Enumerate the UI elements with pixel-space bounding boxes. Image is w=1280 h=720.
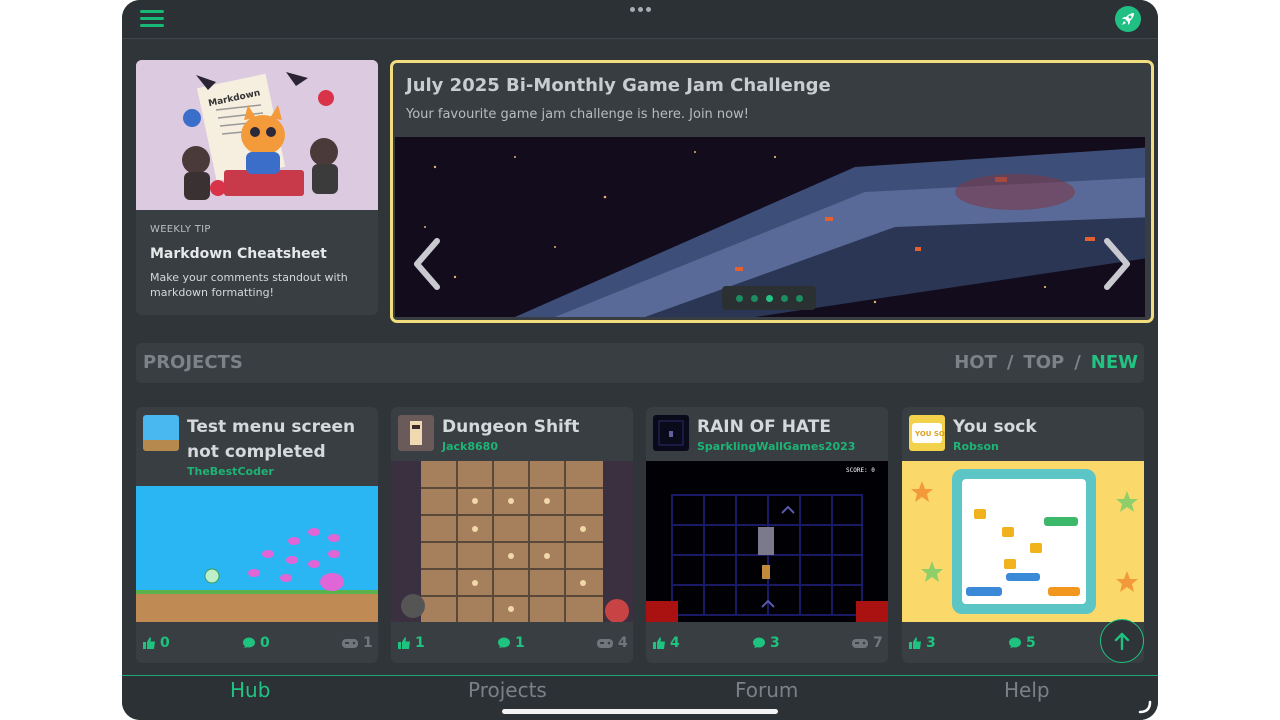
- tip-title: Markdown Cheatsheet: [150, 246, 327, 262]
- plays-count: 1: [363, 635, 373, 651]
- comments-count: 3: [770, 635, 780, 651]
- likes-count: 0: [160, 635, 170, 651]
- thumbs-up-icon: [909, 637, 921, 649]
- comments-stat[interactable]: 3: [752, 635, 780, 651]
- sort-top[interactable]: TOP: [1023, 352, 1064, 373]
- likes-stat[interactable]: 3: [908, 635, 936, 651]
- project-card[interactable]: Dungeon Shift Jack8680 1 1 4: [391, 407, 633, 663]
- project-author[interactable]: TheBestCoder: [187, 465, 274, 478]
- carousel-prev-arrow-icon[interactable]: [409, 237, 445, 291]
- sort-hot[interactable]: HOT: [954, 352, 997, 373]
- comments-stat[interactable]: 5: [1008, 635, 1036, 651]
- hero-title: July 2025 Bi-Monthly Game Jam Challenge: [406, 75, 831, 96]
- plays-stat: 7: [851, 635, 883, 651]
- comments-count: 0: [260, 635, 270, 651]
- likes-count: 1: [415, 635, 425, 651]
- project-author[interactable]: Jack8680: [442, 440, 498, 453]
- resize-corner-icon: [1138, 700, 1152, 714]
- project-title: RAIN OF HATE: [697, 417, 831, 437]
- project-thumbnail: [143, 415, 179, 451]
- rocket-icon[interactable]: [1115, 6, 1141, 32]
- carousel-dot-2[interactable]: [750, 294, 758, 302]
- project-screenshot: [902, 461, 1144, 622]
- thumbnail-text: YOU SOCK: [914, 430, 945, 438]
- sort-separator: /: [1006, 352, 1014, 373]
- nav-hub[interactable]: Hub: [230, 678, 270, 702]
- project-stats: 1 1 4: [397, 635, 628, 651]
- home-indicator: [502, 709, 778, 714]
- top-bar: [122, 0, 1158, 39]
- comment-icon: [753, 637, 765, 648]
- carousel-next-arrow-icon[interactable]: [1099, 237, 1135, 291]
- gamepad-icon: [342, 639, 358, 648]
- plays-stat: 4: [596, 635, 628, 651]
- hamburger-menu-icon[interactable]: [140, 9, 164, 29]
- thumbs-up-icon: [143, 637, 155, 649]
- project-title: Dungeon Shift: [442, 417, 580, 437]
- scroll-to-top-button[interactable]: [1100, 619, 1144, 663]
- projects-header: PROJECTS HOT / TOP / NEW: [136, 343, 1144, 383]
- project-thumbnail: YOU SOCK: [909, 415, 945, 451]
- ellipsis-icon[interactable]: [630, 7, 652, 13]
- carousel-dot-5[interactable]: [795, 294, 803, 302]
- project-stats: 0 0 1: [142, 635, 373, 651]
- comments-count: 5: [1026, 635, 1036, 651]
- project-title: Test menu screen not completed: [187, 417, 356, 462]
- nav-help[interactable]: Help: [1004, 678, 1050, 702]
- likes-count: 3: [926, 635, 936, 651]
- project-author[interactable]: Robson: [953, 440, 999, 453]
- likes-count: 4: [670, 635, 680, 651]
- carousel-dot-3[interactable]: [765, 294, 773, 302]
- project-thumbnail: [398, 415, 434, 451]
- projects-title: PROJECTS: [143, 352, 243, 373]
- thumbs-up-icon: [398, 637, 410, 649]
- project-stats: 4 3 7: [652, 635, 883, 651]
- comments-stat[interactable]: 1: [497, 635, 525, 651]
- carousel-indicators: [722, 286, 816, 310]
- comment-icon: [498, 637, 510, 648]
- gamepad-icon: [597, 639, 613, 648]
- project-screenshot: [136, 486, 378, 622]
- comments-stat[interactable]: 0: [242, 635, 270, 651]
- nav-projects[interactable]: Projects: [468, 678, 547, 702]
- nav-forum[interactable]: Forum: [735, 678, 798, 702]
- sort-options: HOT / TOP / NEW: [954, 352, 1138, 373]
- carousel-dot-4[interactable]: [780, 294, 788, 302]
- hero-subtitle: Your favourite game jam challenge is her…: [406, 107, 749, 122]
- project-title: You sock: [953, 417, 1037, 437]
- tip-illustration: Markdown: [136, 60, 378, 210]
- plays-count: 7: [873, 635, 883, 651]
- app-window: Markdown WEEKLY TIP Markdown Cheatsheet …: [122, 0, 1158, 720]
- sort-new[interactable]: NEW: [1091, 352, 1138, 373]
- weekly-tip-card[interactable]: Markdown WEEKLY TIP Markdown Cheatsheet …: [136, 60, 378, 315]
- project-screenshot: [391, 461, 633, 622]
- tip-description: Make your comments standout with markdow…: [150, 271, 348, 299]
- comment-icon: [243, 637, 255, 648]
- featured-carousel[interactable]: July 2025 Bi-Monthly Game Jam Challenge …: [390, 60, 1154, 323]
- comment-icon: [1009, 637, 1021, 648]
- likes-stat[interactable]: 4: [652, 635, 680, 651]
- plays-stat: 1: [341, 635, 373, 651]
- thumbs-up-icon: [653, 637, 665, 649]
- project-card[interactable]: RAIN OF HATE SparklingWallGames2023 SCOR…: [646, 407, 888, 663]
- tip-kicker: WEEKLY TIP: [150, 224, 211, 235]
- arrow-up-icon: [1114, 632, 1130, 651]
- game-score-text: SCORE: 0: [846, 467, 875, 474]
- project-card[interactable]: Test menu screen not completed TheBestCo…: [136, 407, 378, 663]
- comments-count: 1: [515, 635, 525, 651]
- sort-separator: /: [1074, 352, 1081, 373]
- likes-stat[interactable]: 1: [397, 635, 425, 651]
- gamepad-icon: [852, 639, 868, 648]
- carousel-dot-1[interactable]: [735, 294, 743, 302]
- plays-count: 4: [618, 635, 628, 651]
- project-author[interactable]: SparklingWallGames2023: [697, 440, 855, 453]
- likes-stat[interactable]: 0: [142, 635, 170, 651]
- project-screenshot: SCORE: 0: [646, 461, 888, 622]
- project-thumbnail: [653, 415, 689, 451]
